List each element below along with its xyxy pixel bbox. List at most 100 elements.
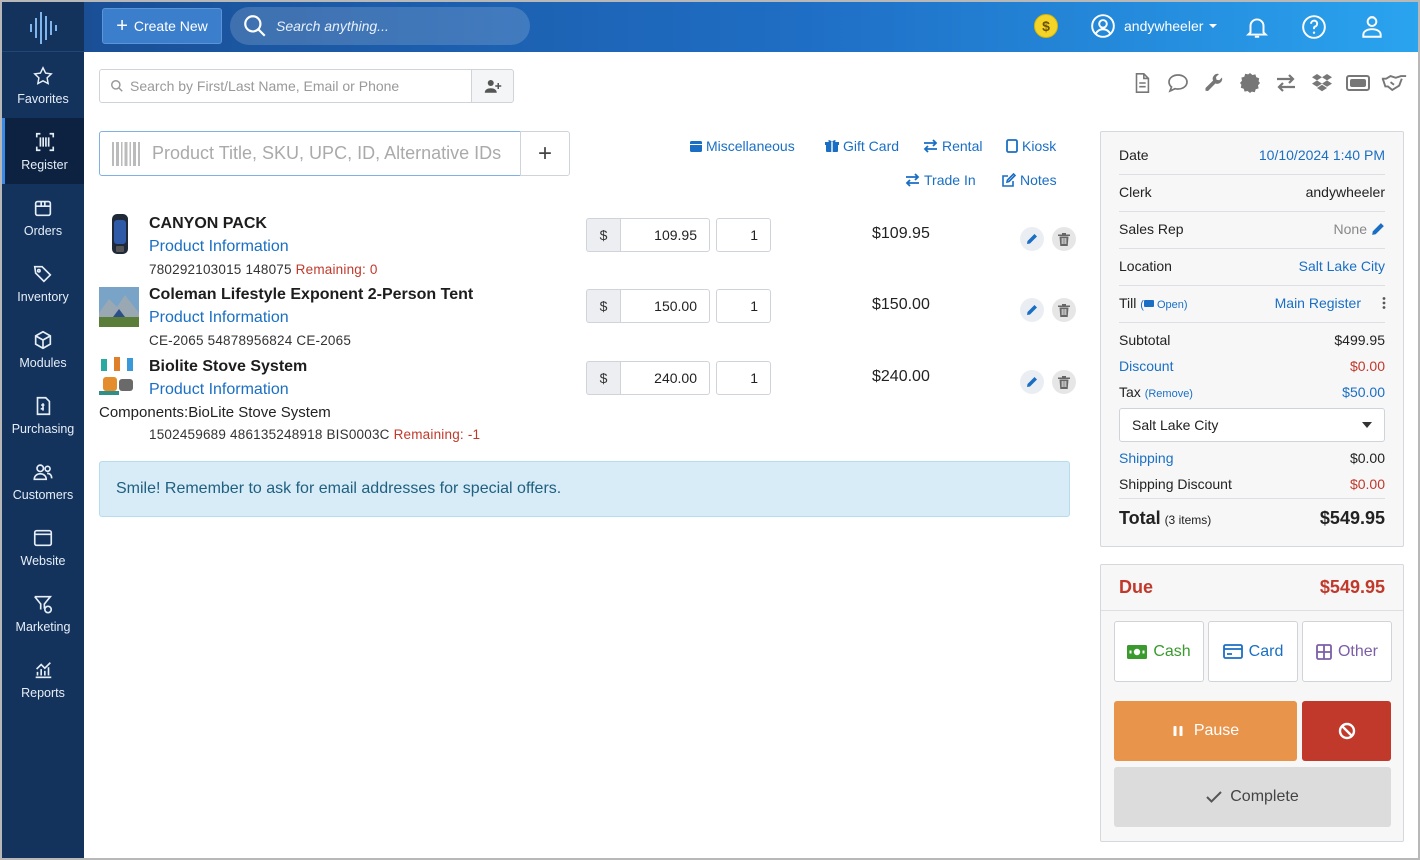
sidebar-item-marketing[interactable]: Marketing (2, 580, 84, 646)
user-plus-icon (484, 80, 501, 93)
sidebar-item-favorites[interactable]: Favorites (2, 52, 84, 118)
add-customer-button[interactable] (471, 69, 514, 103)
notes-link[interactable]: Notes (1002, 172, 1057, 188)
product-information-link[interactable]: Product Information (149, 309, 289, 327)
payment-panel: Due $549.95 Cash Card Other Pause Comple… (1100, 564, 1404, 842)
sidebar-item-register[interactable]: Register (2, 118, 84, 184)
product-thumbnail[interactable] (99, 355, 139, 399)
handshake-icon[interactable] (1381, 70, 1407, 96)
edit-line-button[interactable] (1020, 227, 1044, 251)
delete-line-button[interactable] (1052, 298, 1076, 322)
product-search-input[interactable]: Product Title, SKU, UPC, ID, Alternative… (99, 131, 521, 176)
card-button[interactable]: Card (1208, 621, 1298, 682)
pause-button[interactable]: Pause (1114, 701, 1297, 761)
cart-line: CANYON PACK Product Information 78029210… (99, 212, 1079, 282)
cash-button[interactable]: Cash (1114, 621, 1204, 682)
chart-icon (35, 661, 52, 678)
due-value: $549.95 (1319, 577, 1385, 597)
user-circle-icon (1091, 14, 1115, 38)
dropbox-icon[interactable] (1309, 70, 1335, 96)
gift-card-link[interactable]: Gift Card (825, 138, 899, 154)
location-value[interactable]: Salt Lake City (1299, 258, 1385, 274)
discount-link[interactable]: Discount (1119, 358, 1173, 374)
barcode-icon (112, 141, 140, 166)
total-value: $549.95 (1319, 508, 1385, 528)
notes-label: Notes (1020, 172, 1057, 188)
customer-search-input[interactable]: Search by First/Last Name, Email or Phon… (99, 69, 472, 103)
product-thumbnail[interactable] (99, 212, 139, 256)
kiosk-link[interactable]: Kiosk (1006, 138, 1056, 154)
product-information-link[interactable]: Product Information (149, 238, 289, 256)
product-thumbnail[interactable] (99, 283, 139, 327)
coin-icon[interactable]: $ (1034, 14, 1058, 38)
kebab-menu-icon[interactable] (1377, 296, 1391, 310)
help-icon[interactable] (1301, 14, 1327, 40)
sales-rep-value[interactable]: None (1334, 221, 1385, 237)
price-input[interactable]: 240.00 (620, 361, 710, 395)
top-bar: + Create New Search anything... $ andywh… (84, 2, 1418, 52)
sidebar: Favorites Register Orders Inventory Modu… (2, 2, 84, 858)
delete-line-button[interactable] (1052, 370, 1076, 394)
sidebar-item-orders[interactable]: Orders (2, 184, 84, 250)
delete-line-button[interactable] (1052, 227, 1076, 251)
user-menu[interactable]: andywheeler (1090, 13, 1227, 39)
register-main: Search by First/Last Name, Email or Phon… (84, 52, 1418, 858)
product-name: Coleman Lifestyle Exponent 2-Person Tent (149, 286, 474, 303)
cash-drawer-icon[interactable] (1345, 70, 1371, 96)
pencil-icon (1027, 377, 1037, 387)
cart-line: Biolite Stove System Product Information… (99, 355, 1079, 447)
remove-tax-link[interactable]: (Remove) (1145, 388, 1193, 400)
comment-icon[interactable] (1165, 70, 1191, 96)
sidebar-item-purchasing[interactable]: Purchasing (2, 382, 84, 448)
trash-icon (1058, 303, 1070, 317)
date-value[interactable]: 10/10/2024 1:40 PM (1259, 147, 1385, 163)
price-input[interactable]: 109.95 (620, 218, 710, 252)
money-bill-icon (1127, 644, 1148, 659)
quantity-input[interactable]: 1 (716, 218, 771, 252)
create-new-button[interactable]: + Create New (102, 8, 222, 44)
sidebar-item-website[interactable]: Website (2, 514, 84, 580)
bell-icon[interactable] (1244, 14, 1270, 40)
currency-addon: $ (586, 218, 620, 252)
add-product-button[interactable]: + (520, 131, 570, 176)
exchange-icon[interactable] (1273, 70, 1299, 96)
wrench-icon[interactable] (1201, 70, 1227, 96)
shipping-row: Shipping $0.00 (1119, 450, 1385, 466)
global-search-input[interactable]: Search anything... (230, 7, 530, 45)
date-row: Date 10/10/2024 1:40 PM (1119, 147, 1385, 163)
tax-location-select[interactable]: Salt Lake City (1119, 408, 1385, 442)
edit-line-button[interactable] (1020, 370, 1044, 394)
sidebar-item-reports[interactable]: Reports (2, 646, 84, 712)
product-ids: 1502459689 486135248918 BIS0003C (149, 427, 390, 442)
users-icon (33, 463, 53, 480)
product-information-link[interactable]: Product Information (149, 381, 289, 399)
complete-sale-button[interactable]: Complete (1114, 767, 1391, 827)
shipping-link[interactable]: Shipping (1119, 450, 1174, 466)
box-icon (34, 200, 52, 216)
quantity-input[interactable]: 1 (716, 361, 771, 395)
till-status[interactable]: ( Open) (1140, 299, 1187, 311)
sidebar-item-inventory[interactable]: Inventory (2, 250, 84, 316)
pause-label: Pause (1193, 722, 1240, 739)
caret-down-icon (1362, 422, 1372, 428)
miscellaneous-link[interactable]: Miscellaneous (690, 138, 795, 154)
seal-icon[interactable] (1237, 70, 1263, 96)
quantity-input[interactable]: 1 (716, 289, 771, 323)
remaining-label: Remaining: 0 (295, 262, 378, 277)
app-logo[interactable] (2, 2, 84, 52)
sidebar-item-customers[interactable]: Customers (2, 448, 84, 514)
tax-value[interactable]: $50.00 (1342, 384, 1385, 400)
create-new-label: Create New (133, 18, 208, 34)
exchange-icon (923, 139, 938, 153)
cancel-sale-button[interactable] (1302, 701, 1391, 761)
sidebar-item-modules[interactable]: Modules (2, 316, 84, 382)
document-icon[interactable] (1129, 70, 1155, 96)
tax-row: Tax (Remove) $50.00 (1119, 384, 1385, 400)
price-input[interactable]: 150.00 (620, 289, 710, 323)
trade-in-link[interactable]: Trade In (905, 172, 976, 188)
other-payment-button[interactable]: Other (1302, 621, 1392, 682)
user-badge-icon[interactable] (1359, 14, 1385, 40)
rental-link[interactable]: Rental (923, 138, 982, 154)
till-value[interactable]: Main Register (1275, 295, 1361, 311)
edit-line-button[interactable] (1020, 298, 1044, 322)
